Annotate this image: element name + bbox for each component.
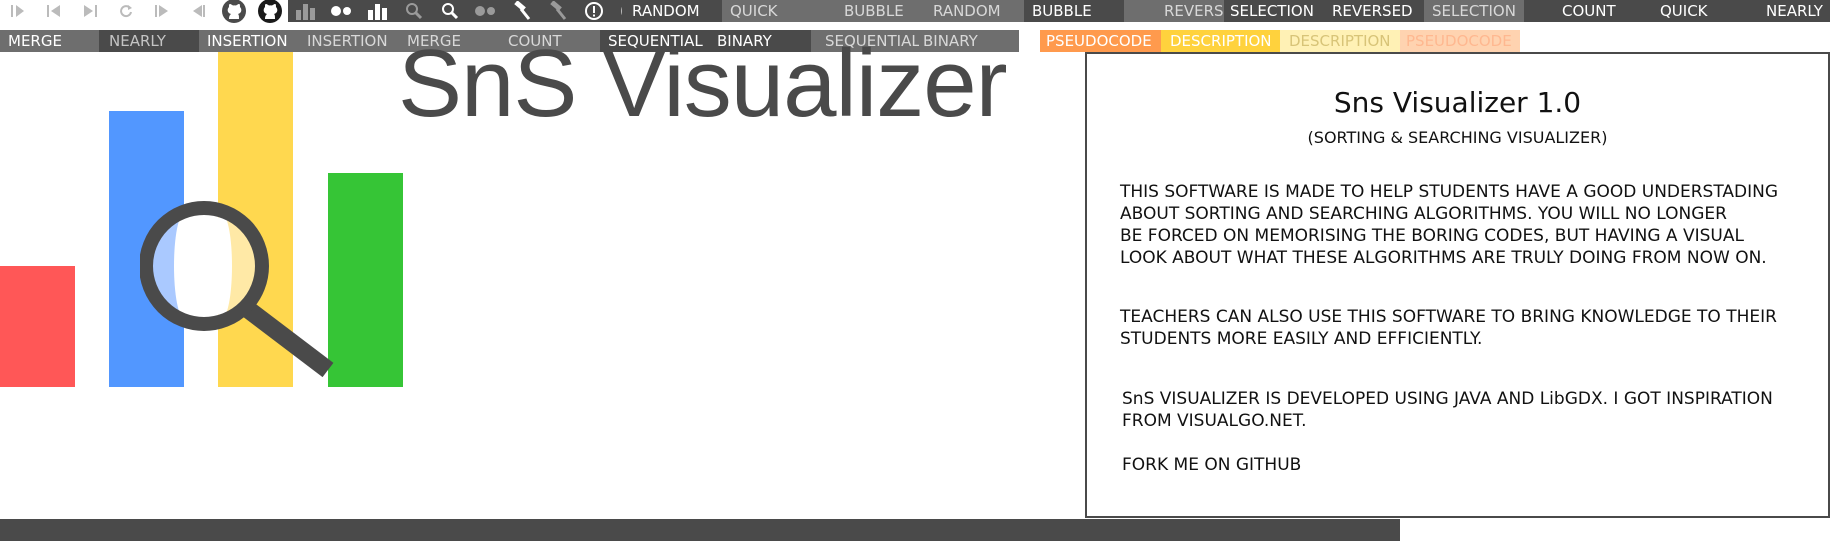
hammer-icon[interactable] (504, 0, 540, 22)
magnifier-icon (140, 201, 334, 378)
app-title: SnS Visualizer (398, 30, 1008, 137)
reversed-button[interactable]: REVERSED (1124, 0, 1224, 22)
insertion-button[interactable]: INSERTION (299, 30, 399, 52)
skip-start-icon[interactable] (36, 0, 72, 22)
insertion-button[interactable]: INSERTION (199, 30, 299, 52)
github-link[interactable]: FORK ME ON GITHUB (1122, 454, 1301, 476)
bubble-button[interactable]: BUBBLE (822, 0, 923, 22)
description-button[interactable]: DESCRIPTION (1280, 30, 1400, 52)
panel-title: Sns Visualizer 1.0 (1333, 86, 1582, 119)
info-icon[interactable] (576, 0, 612, 22)
dots-icon[interactable] (468, 0, 504, 22)
bar-chart-icon[interactable] (360, 0, 396, 22)
step-back-icon[interactable] (180, 0, 216, 22)
replay-icon[interactable] (108, 0, 144, 22)
reversed-button[interactable]: REVERSED (1324, 0, 1424, 22)
skip-end-icon[interactable] (72, 0, 108, 22)
description-paragraph: SnS VISUALIZER IS DEVELOPED USING JAVA A… (1122, 389, 1773, 431)
quick-button[interactable]: QUICK (722, 0, 822, 22)
description-paragraph: THIS SOFTWARE IS MADE TO HELP STUDENTS H… (1120, 182, 1779, 268)
selection-button[interactable]: SELECTION (1224, 0, 1324, 22)
description-panel: Sns Visualizer 1.0 (SORTING & SEARCHING … (1085, 52, 1830, 518)
github-icon[interactable] (216, 0, 252, 23)
description-button[interactable]: DESCRIPTION (1161, 30, 1280, 52)
description-paragraph: TEACHERS CAN ALSO USE THIS SOFTWARE TO B… (1120, 307, 1777, 349)
icon-toolbar (0, 0, 648, 23)
quick-button[interactable]: QUICK (1624, 0, 1724, 22)
bubble-button[interactable]: BUBBLE (1024, 0, 1124, 22)
step-forward-icon[interactable] (144, 0, 180, 22)
nearly-button[interactable]: NEARLY (99, 30, 199, 52)
play-pause-icon[interactable] (0, 0, 36, 22)
selection-button[interactable]: SELECTION (1424, 0, 1524, 22)
mode-button-row: PSEUDOCODE DESCRIPTION DESCRIPTION PSEUD… (1040, 30, 1520, 52)
merge-button[interactable]: MERGE (0, 30, 99, 52)
bottom-bar (0, 519, 1400, 541)
bar-chart-icon[interactable] (288, 0, 324, 22)
random-button[interactable]: RANDOM (923, 0, 1024, 22)
nearly-button[interactable]: NEARLY (1724, 0, 1830, 22)
search-icon[interactable] (396, 0, 432, 22)
random-button[interactable]: RANDOM (622, 0, 722, 22)
top-button-row: RANDOM QUICK BUBBLE RANDOM BUBBLE REVERS… (622, 0, 1830, 22)
logo-bar-red (0, 266, 75, 387)
hammer-icon[interactable] (540, 0, 576, 22)
count-button[interactable]: COUNT (1524, 0, 1624, 22)
pseudocode-button[interactable]: PSEUDOCODE (1040, 30, 1161, 52)
pseudocode-button[interactable]: PSEUDOCODE (1400, 30, 1520, 52)
dots-icon[interactable] (324, 0, 360, 22)
search-icon[interactable] (432, 0, 468, 22)
panel-subtitle: (SORTING & SEARCHING VISUALIZER) (1307, 128, 1608, 147)
github-icon[interactable] (252, 0, 288, 23)
